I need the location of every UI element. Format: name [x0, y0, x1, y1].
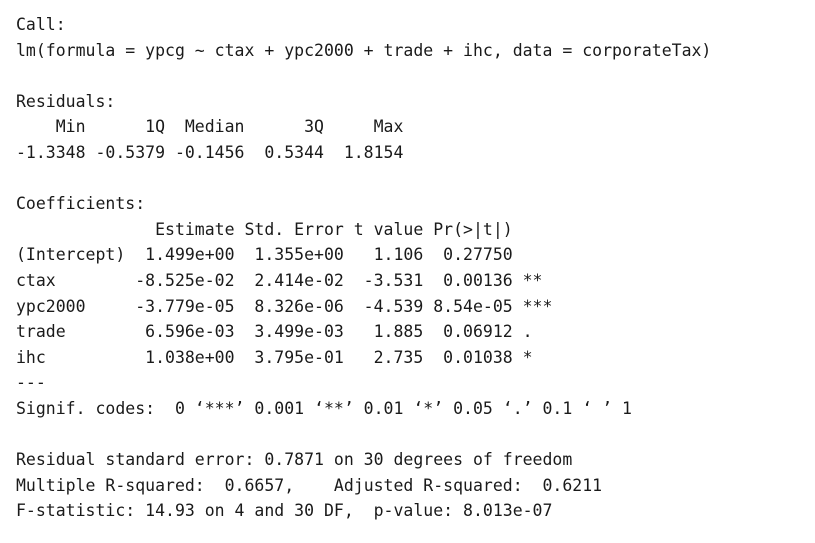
coef-row-intercept: (Intercept) 1.499e+00 1.355e+00 1.106 0.… [16, 245, 513, 265]
call-formula: lm(formula = ypcg ~ ctax + ypc2000 + tra… [16, 40, 712, 60]
r-squared: Multiple R-squared: 0.6657, Adjusted R-s… [16, 475, 603, 495]
coefficients-header: Coefficients: [16, 194, 146, 214]
residuals-labels: Min 1Q Median 3Q Max [16, 117, 404, 137]
signif-codes: Signif. codes: 0 ‘***’ 0.001 ‘**’ 0.01 ‘… [16, 398, 632, 418]
coef-row-ctax: ctax -8.525e-02 2.414e-02 -3.531 0.00136… [16, 270, 543, 290]
coef-row-trade: trade 6.596e-03 3.499e-03 1.885 0.06912 … [16, 322, 533, 342]
separator: --- [16, 373, 46, 393]
coefficients-columns: Estimate Std. Error t value Pr(>|t|) [16, 219, 513, 239]
f-statistic: F-statistic: 14.93 on 4 and 30 DF, p-val… [16, 501, 553, 521]
residuals-header: Residuals: [16, 91, 116, 111]
residual-standard-error: Residual standard error: 0.7871 on 30 de… [16, 450, 573, 470]
coef-row-ypc2000: ypc2000 -3.779e-05 8.326e-06 -4.539 8.54… [16, 296, 553, 316]
coef-row-ihc: ihc 1.038e+00 3.795e-01 2.735 0.01038 * [16, 347, 533, 367]
call-header: Call: [16, 15, 66, 34]
residuals-values: -1.3348 -0.5379 -0.1456 0.5344 1.8154 [16, 142, 404, 162]
r-console-output: Call: lm(formula = ypcg ~ ctax + ypc2000… [16, 12, 806, 524]
